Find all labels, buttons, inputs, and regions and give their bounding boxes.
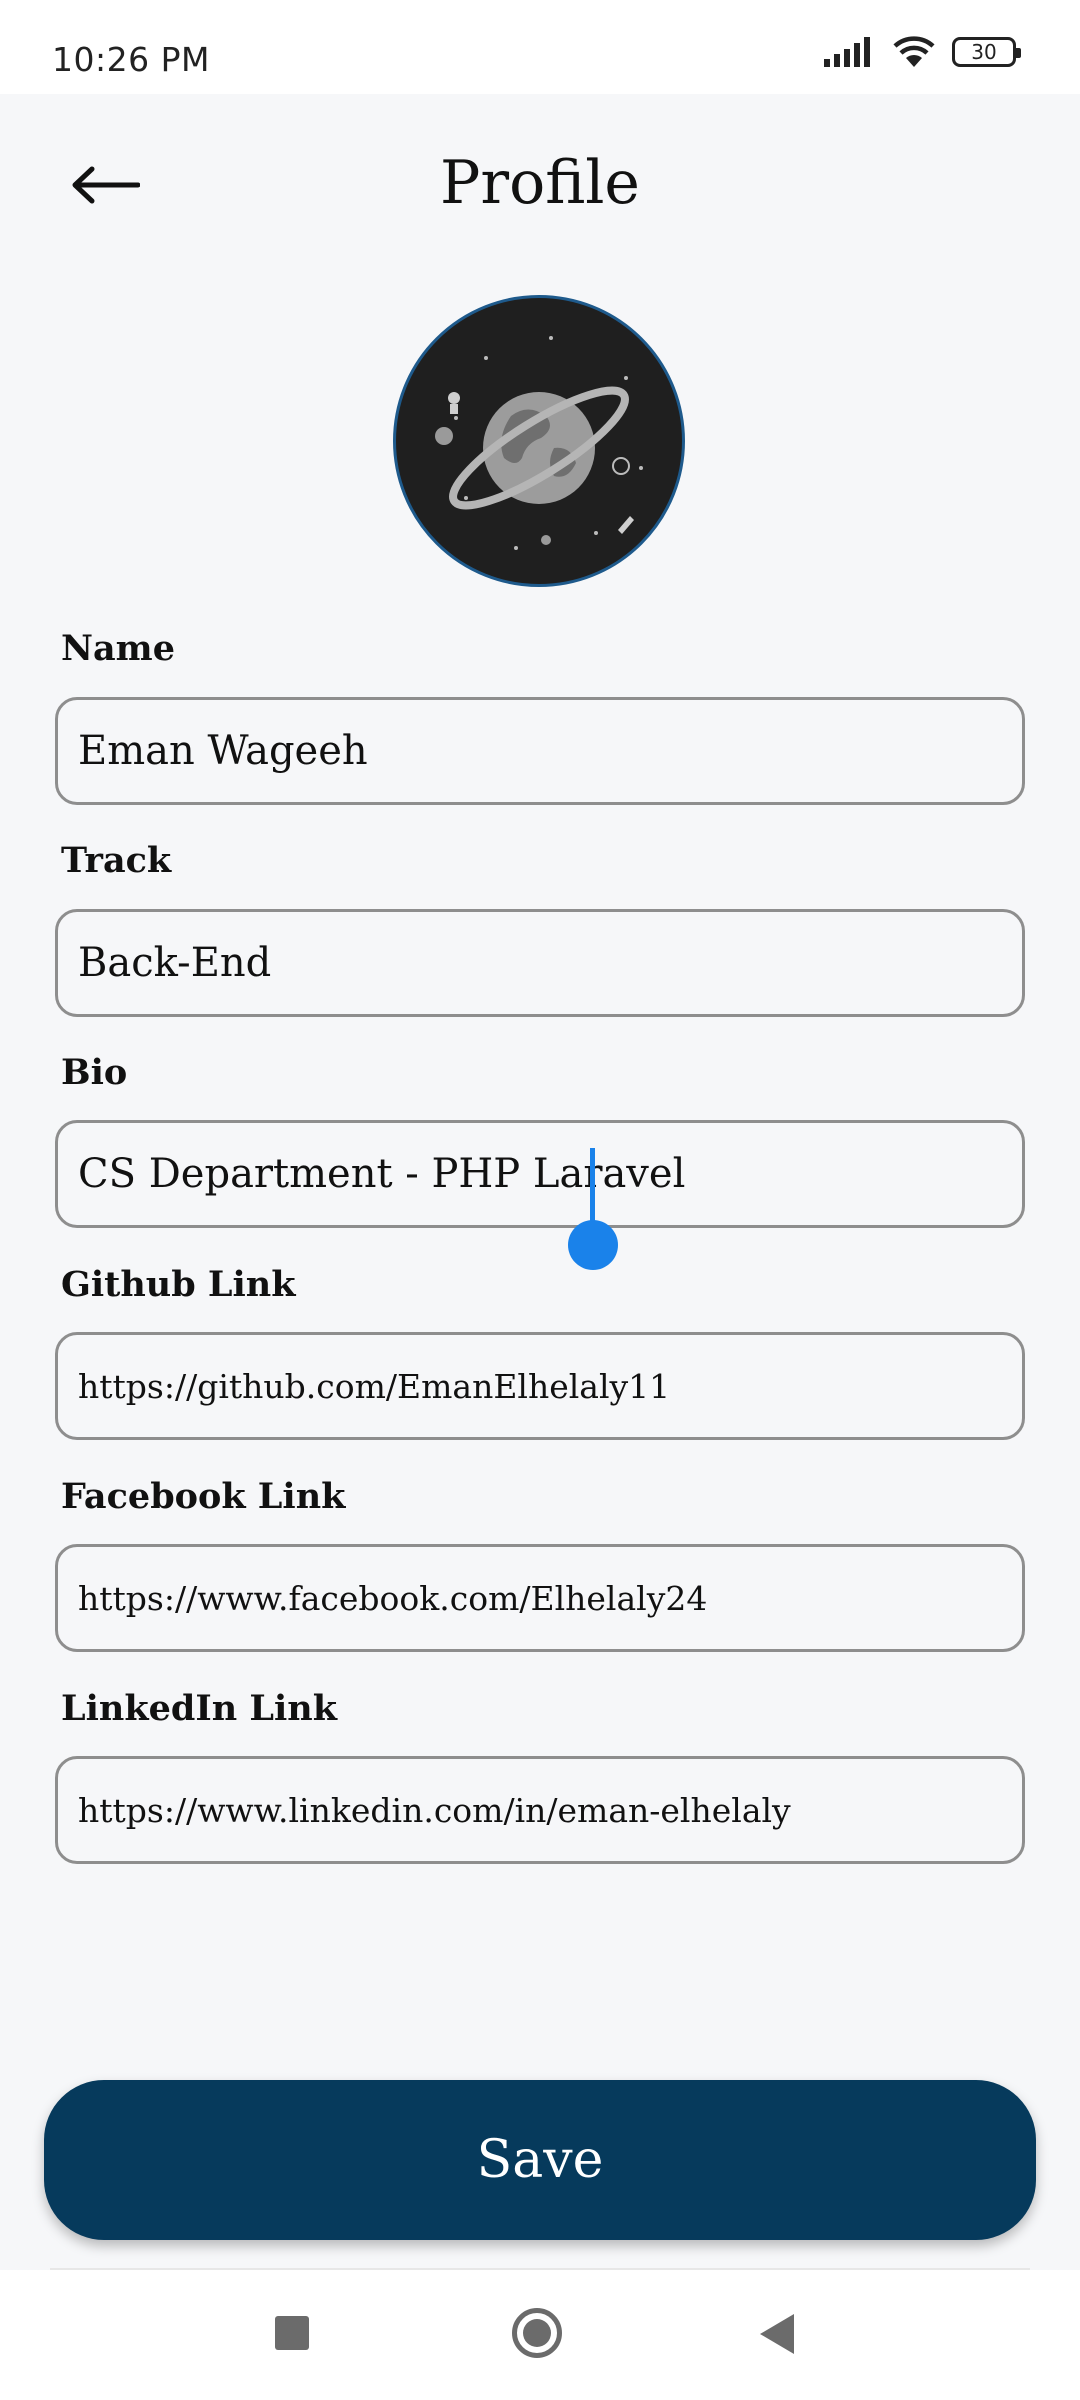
- facebook-field[interactable]: https://www.facebook.com/Elhelaly24: [55, 1544, 1025, 1652]
- name-field[interactable]: Eman Wageeh: [55, 697, 1025, 805]
- text-cursor: [590, 1148, 595, 1228]
- status-time: 10:26 PM: [52, 40, 210, 79]
- linkedin-label: LinkedIn Link: [61, 1688, 337, 1729]
- track-value: Back-End: [78, 940, 272, 986]
- facebook-value: https://www.facebook.com/Elhelaly24: [78, 1578, 708, 1618]
- nav-back-icon[interactable]: [760, 2314, 794, 2354]
- track-field[interactable]: Back-End: [55, 909, 1025, 1017]
- github-label: Github Link: [61, 1264, 296, 1305]
- battery-icon: 30: [952, 37, 1021, 67]
- page-title: Profile: [440, 148, 640, 218]
- name-value: Eman Wageeh: [78, 728, 368, 774]
- signal-icon: [824, 37, 870, 67]
- cursor-handle[interactable]: [568, 1220, 618, 1270]
- save-button[interactable]: Save: [44, 2080, 1036, 2240]
- github-field[interactable]: https://github.com/EmanElhelaly11: [55, 1332, 1025, 1440]
- name-label: Name: [61, 628, 175, 669]
- bio-label: Bio: [61, 1052, 128, 1093]
- linkedin-field[interactable]: https://www.linkedin.com/in/eman-elhelal…: [55, 1756, 1025, 1864]
- wifi-icon: [893, 36, 935, 67]
- track-label: Track: [61, 840, 172, 881]
- planet-illustration: [435, 336, 643, 550]
- facebook-label: Facebook Link: [61, 1476, 346, 1517]
- home-icon[interactable]: [512, 2308, 562, 2358]
- status-bar: 10:26 PM 30: [0, 0, 1080, 94]
- bio-field[interactable]: CS Department - PHP Laravel: [55, 1120, 1025, 1228]
- recent-apps-icon[interactable]: [275, 2316, 309, 2350]
- linkedin-value: https://www.linkedin.com/in/eman-elhelal…: [78, 1790, 791, 1830]
- github-value: https://github.com/EmanElhelaly11: [78, 1366, 671, 1406]
- avatar[interactable]: [393, 295, 685, 587]
- status-icons: 30: [824, 36, 1021, 68]
